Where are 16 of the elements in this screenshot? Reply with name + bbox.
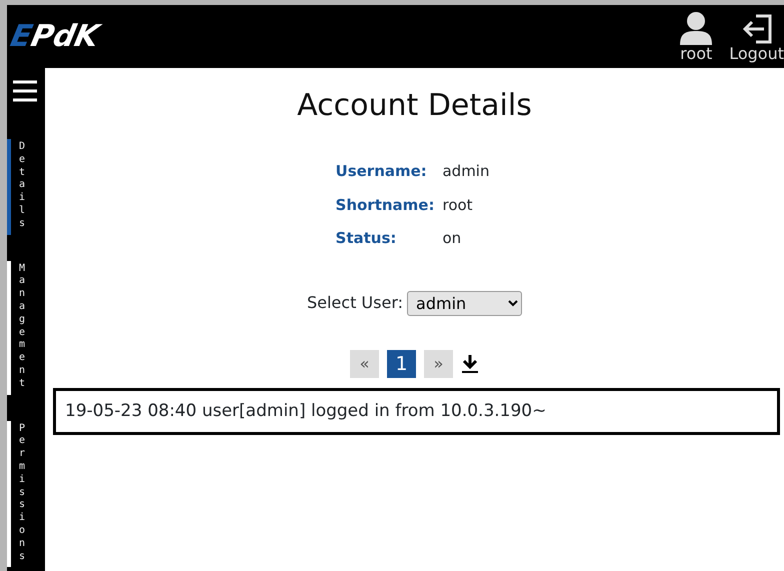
log-entry: 19-05-23 08:40 user[admin] logged in from 10.0.3.190~ bbox=[65, 400, 548, 422]
page-button[interactable]: 1 bbox=[387, 350, 416, 378]
previous-page-button[interactable]: « bbox=[350, 350, 379, 378]
field-value: on bbox=[442, 228, 462, 249]
next-page-button[interactable]: » bbox=[424, 350, 453, 378]
field-value: root bbox=[442, 194, 474, 216]
select-user-label: Select User: bbox=[306, 292, 404, 314]
field-label: Username: bbox=[336, 161, 428, 182]
user-select[interactable]: admin bbox=[407, 290, 522, 316]
page-title: Account Details bbox=[297, 87, 532, 125]
user-button[interactable]: root bbox=[679, 10, 714, 62]
field-label: Status: bbox=[336, 228, 398, 249]
logo: EPdK bbox=[8, 22, 102, 52]
logout-button[interactable]: Logout bbox=[729, 12, 784, 62]
field-label: Shortname: bbox=[336, 194, 436, 216]
field-value: admin bbox=[442, 161, 490, 182]
